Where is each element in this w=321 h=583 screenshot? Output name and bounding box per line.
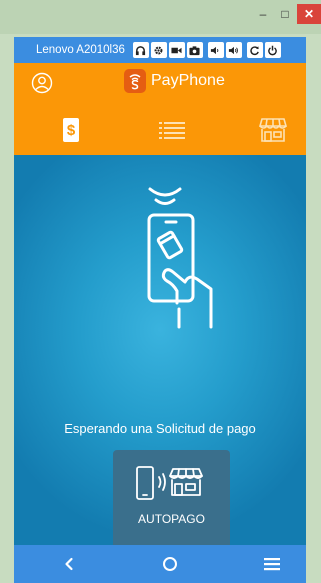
tool-group-media bbox=[132, 42, 203, 58]
autopago-icon bbox=[136, 466, 203, 500]
tool-group-volume bbox=[207, 42, 242, 58]
main-content: Esperando una Solicitud de pago AUTOPAGO bbox=[14, 155, 306, 545]
autopago-button[interactable]: AUTOPAGO bbox=[113, 450, 230, 545]
emulator-toolbar: Lenovo A2010l36 bbox=[14, 37, 306, 63]
store-icon bbox=[259, 118, 287, 142]
tool-group-system bbox=[246, 42, 281, 58]
gear-icon[interactable] bbox=[150, 42, 167, 58]
minimize-button[interactable]: – bbox=[252, 4, 274, 24]
menu-icon bbox=[264, 558, 280, 571]
app-header: PayPhone $ bbox=[14, 63, 306, 155]
payphone-logo-icon bbox=[124, 69, 146, 93]
nfc-phone-hand-icon bbox=[147, 187, 213, 329]
tab-store[interactable] bbox=[258, 115, 288, 145]
home-icon bbox=[163, 557, 177, 571]
close-button[interactable]: ✕ bbox=[297, 4, 321, 24]
rotate-icon[interactable] bbox=[246, 42, 263, 58]
menu-button[interactable] bbox=[252, 545, 292, 583]
autopago-label: AUTOPAGO bbox=[138, 512, 205, 526]
video-camera-icon[interactable] bbox=[168, 42, 185, 58]
android-nav-bar bbox=[14, 545, 306, 583]
back-button[interactable] bbox=[49, 545, 89, 583]
volume-up-icon[interactable] bbox=[225, 42, 242, 58]
tab-history[interactable] bbox=[158, 115, 186, 145]
maximize-button[interactable]: □ bbox=[274, 4, 296, 24]
app-logo: PayPhone bbox=[124, 69, 225, 93]
headset-icon[interactable] bbox=[132, 42, 149, 58]
list-icon bbox=[159, 122, 185, 139]
home-button[interactable] bbox=[150, 545, 190, 583]
camera-icon[interactable] bbox=[186, 42, 203, 58]
device-name: Lenovo A2010l36 bbox=[36, 44, 125, 56]
power-icon[interactable] bbox=[264, 42, 281, 58]
emulator-title-bar: – □ ✕ bbox=[0, 0, 321, 34]
waiting-status-text: Esperando una Solicitud de pago bbox=[64, 421, 256, 436]
app-name: PayPhone bbox=[151, 72, 225, 89]
volume-down-icon[interactable] bbox=[207, 42, 224, 58]
profile-icon[interactable] bbox=[31, 72, 53, 94]
tab-payments[interactable]: $ bbox=[58, 115, 84, 145]
dollar-icon: $ bbox=[63, 118, 79, 142]
phone-screen: PayPhone $ Esperando una Solicitud de pa… bbox=[14, 63, 306, 583]
back-icon bbox=[65, 557, 73, 571]
